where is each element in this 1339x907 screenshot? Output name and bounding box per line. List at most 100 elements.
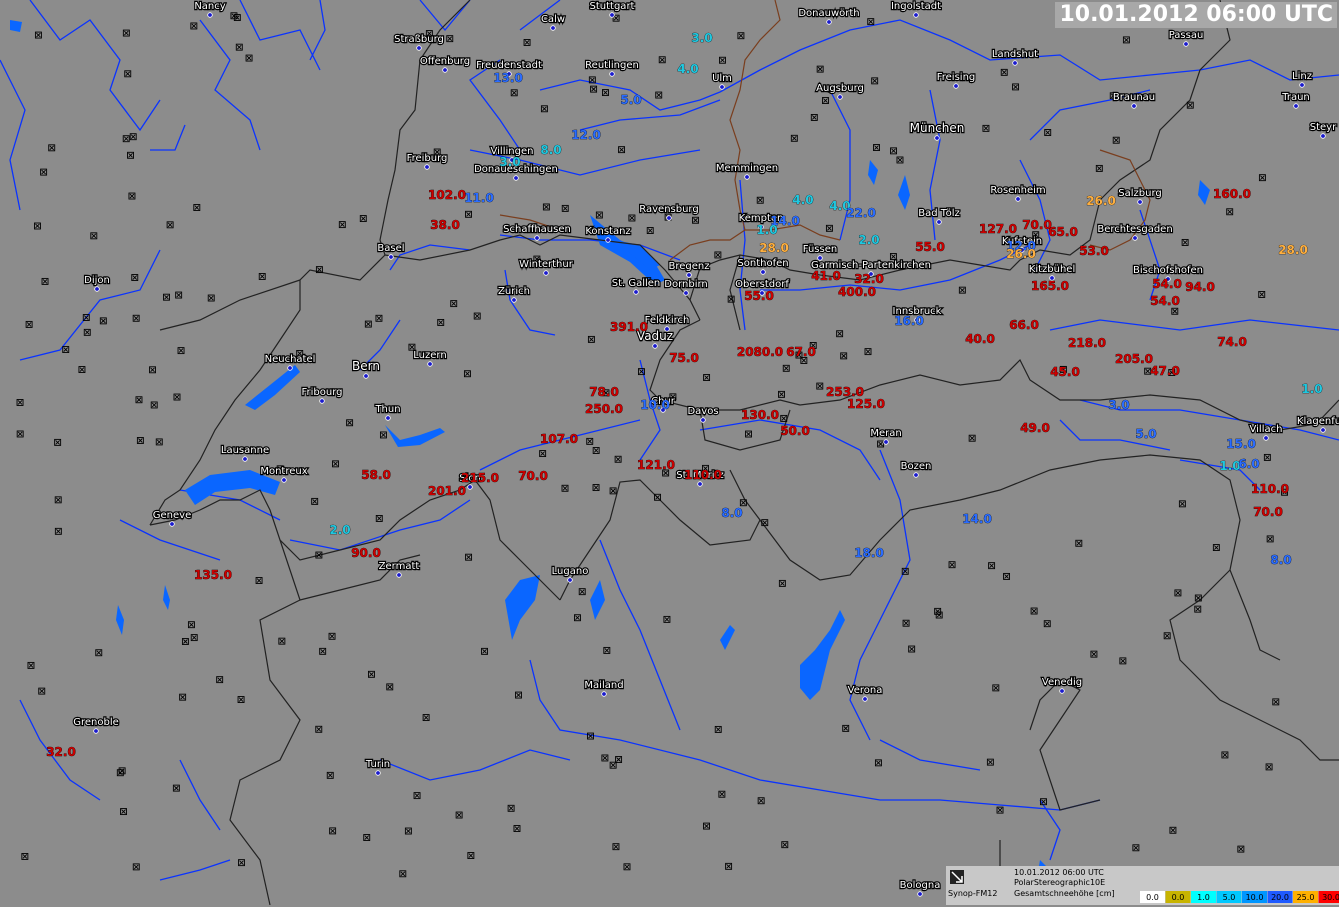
city-label: Salzburg xyxy=(1118,188,1161,199)
city-dot xyxy=(761,270,766,275)
snow-depth-value: 10.0 xyxy=(640,398,670,412)
city-dot xyxy=(1133,236,1138,241)
snow-depth-value: 53.0 xyxy=(1079,244,1109,258)
snow-depth-value: 1.0 xyxy=(756,223,777,237)
city-label: Venedig xyxy=(1042,677,1082,688)
weather-map: NancyStuttgartCalwDonauwörthIngolstadtSt… xyxy=(0,0,1339,905)
city-label: Rosenheim xyxy=(990,185,1045,196)
snow-depth-value: 400.0 xyxy=(838,285,876,299)
legend-panel: 10.01.2012 06:00 UTC PolarStereographic1… xyxy=(946,866,1339,905)
snow-depth-value: 201.0 xyxy=(428,484,466,498)
city-label: Schaffhausen xyxy=(503,224,571,235)
legend-swatch-label: 10.0 xyxy=(1246,893,1264,902)
snow-depth-value: 5.0 xyxy=(1135,427,1156,441)
snow-depth-value: 8.0 xyxy=(721,506,742,520)
snow-depth-value: 2.0 xyxy=(329,523,350,537)
snow-depth-value: 32.0 xyxy=(46,745,76,759)
city-label: Villach xyxy=(1250,424,1283,435)
snow-depth-value: 102.0 xyxy=(428,188,466,202)
legend-title: Gesamtschneehöhe [cm] xyxy=(1014,889,1115,898)
city-dot xyxy=(320,399,325,404)
city-dot xyxy=(634,290,639,295)
city-dot xyxy=(243,457,248,462)
city-dot xyxy=(935,136,940,141)
snow-depth-value: 75.0 xyxy=(669,351,699,365)
city-dot xyxy=(170,522,175,527)
legend-swatch-label: 25.0 xyxy=(1297,893,1315,902)
city-label: Nancy xyxy=(194,1,225,12)
snow-depth-value: 74.0 xyxy=(1217,335,1247,349)
city-dot xyxy=(376,771,381,776)
city-dot xyxy=(684,291,689,296)
snow-depth-value: 90.0 xyxy=(351,546,381,560)
city-dot xyxy=(653,344,658,349)
city-dot xyxy=(1060,689,1065,694)
snow-depth-value: 6.0 xyxy=(1238,457,1259,471)
city-label: Bregenz xyxy=(669,261,710,272)
snow-depth-value: 32.0 xyxy=(854,272,884,286)
city-label: Konstanz xyxy=(585,226,630,237)
city-dot xyxy=(698,482,703,487)
city-dot xyxy=(397,573,402,578)
legend-swatch-label: 20.0 xyxy=(1271,893,1289,902)
city-dot xyxy=(389,255,394,260)
city-label: Geneve xyxy=(153,510,191,521)
city-label: Freiburg xyxy=(407,153,448,164)
snow-depth-value: 12.0 xyxy=(571,128,601,142)
city-dot xyxy=(1016,197,1021,202)
snow-depth-value: 130.0 xyxy=(741,408,779,422)
city-label: Ravensburg xyxy=(639,204,698,215)
city-dot xyxy=(1300,83,1305,88)
city-dot xyxy=(288,366,293,371)
legend-swatch-label: 0.0 xyxy=(1172,893,1185,902)
snow-depth-value: 2.0 xyxy=(858,233,879,247)
city-label: Lugano xyxy=(552,566,589,577)
city-dot xyxy=(1321,428,1326,433)
snow-depth-value: 110.0 xyxy=(1251,482,1289,496)
snow-depth-value: 41.0 xyxy=(811,269,841,283)
snow-depth-value: 28.0 xyxy=(1278,243,1308,257)
city-label: Thun xyxy=(374,404,400,415)
city-label: Ingolstadt xyxy=(891,1,941,12)
snow-depth-value: 125.0 xyxy=(847,397,885,411)
city-label: Donauwörth xyxy=(798,8,859,19)
city-dot xyxy=(94,729,99,734)
legend-projection: PolarStereographic10E xyxy=(1014,878,1105,887)
city-label: Stuttgart xyxy=(590,1,635,12)
city-dot xyxy=(428,362,433,367)
city-label: Bad Tölz xyxy=(918,208,959,219)
snow-depth-value: 1.0 xyxy=(1301,382,1322,396)
city-label: Meran xyxy=(870,428,901,439)
city-dot xyxy=(425,165,430,170)
city-label: Mailand xyxy=(584,680,623,691)
city-label: Dijon xyxy=(84,275,110,286)
city-label: Zürich xyxy=(498,286,530,297)
legend-swatch-label: 5.0 xyxy=(1223,893,1236,902)
city-dot xyxy=(720,85,725,90)
snow-depth-value: 3.0 xyxy=(499,155,520,169)
legend-swatch-label: 0.0 xyxy=(1146,893,1159,902)
snow-depth-value: 11.0 xyxy=(464,191,494,205)
snow-depth-value: 13.0 xyxy=(493,71,523,85)
snow-depth-value: 5.0 xyxy=(620,93,641,107)
snow-depth-value: 45.0 xyxy=(1050,365,1080,379)
snow-depth-value: 127.0 xyxy=(979,222,1017,236)
city-label: Braunau xyxy=(1113,92,1155,103)
city-label: Freising xyxy=(937,72,976,83)
city-label: Turin xyxy=(365,759,390,770)
city-dot xyxy=(687,273,692,278)
snow-depth-value: 55.0 xyxy=(744,289,774,303)
city-dot xyxy=(443,68,448,73)
city-label: Verona xyxy=(848,685,883,696)
city-label: Luzern xyxy=(413,350,446,361)
city-dot xyxy=(745,175,750,180)
snow-depth-value: 16.0 xyxy=(894,314,924,328)
snow-depth-value: 38.0 xyxy=(430,218,460,232)
snow-depth-value: 4.0 xyxy=(792,193,813,207)
snow-depth-value: 78.0 xyxy=(589,385,619,399)
city-label: Linz xyxy=(1292,71,1312,82)
city-dot xyxy=(417,46,422,51)
snow-depth-value: 165.0 xyxy=(1031,279,1069,293)
city-label: Bischofshofen xyxy=(1133,265,1203,276)
city-label: St. Gallen xyxy=(612,278,661,289)
